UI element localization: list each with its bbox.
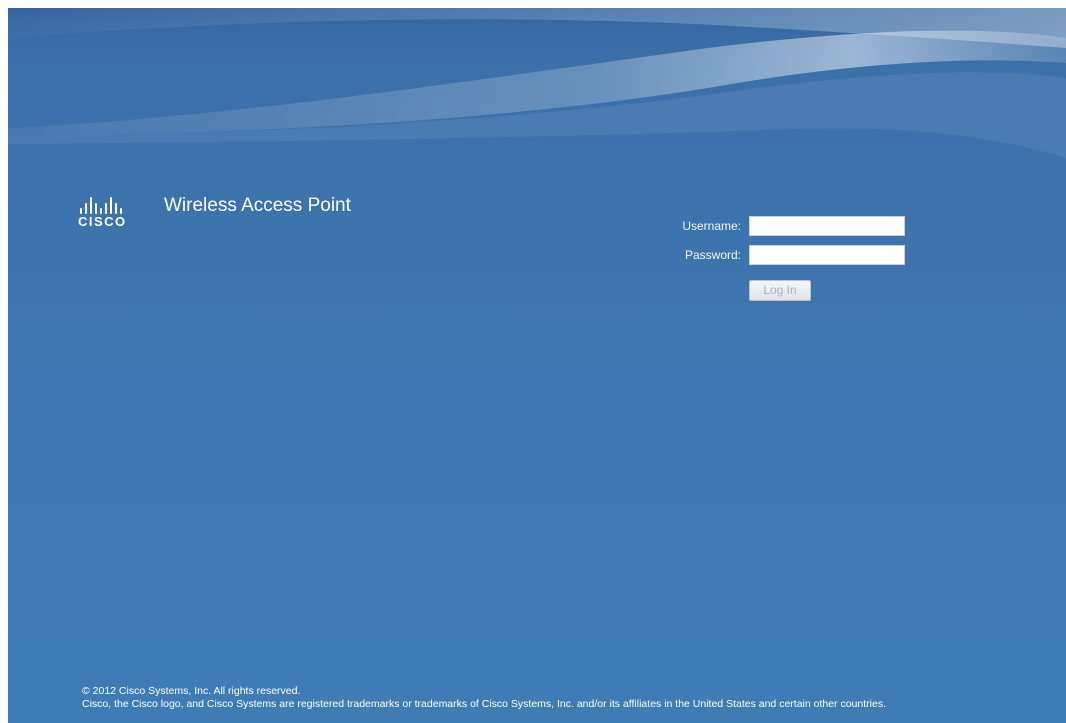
login-page: CISCO Wireless Access Point Username: Pa… [8,8,1066,723]
cisco-logo-icon [78,194,148,214]
username-label: Username: [682,219,741,233]
password-input[interactable] [749,245,905,265]
page-title: Wireless Access Point [164,195,351,216]
cisco-logo: CISCO [78,194,148,238]
username-input[interactable] [749,216,905,236]
password-label: Password: [684,248,741,262]
cisco-wordmark: CISCO [78,214,127,229]
copyright-text: © 2012 Cisco Systems, Inc. All rights re… [82,685,301,697]
login-button[interactable]: Log In [749,280,811,301]
footer: © 2012 Cisco Systems, Inc. All rights re… [82,685,1052,711]
trademark-text: Cisco, the Cisco logo, and Cisco Systems… [82,698,886,710]
header-swoosh-graphic [8,8,1066,158]
